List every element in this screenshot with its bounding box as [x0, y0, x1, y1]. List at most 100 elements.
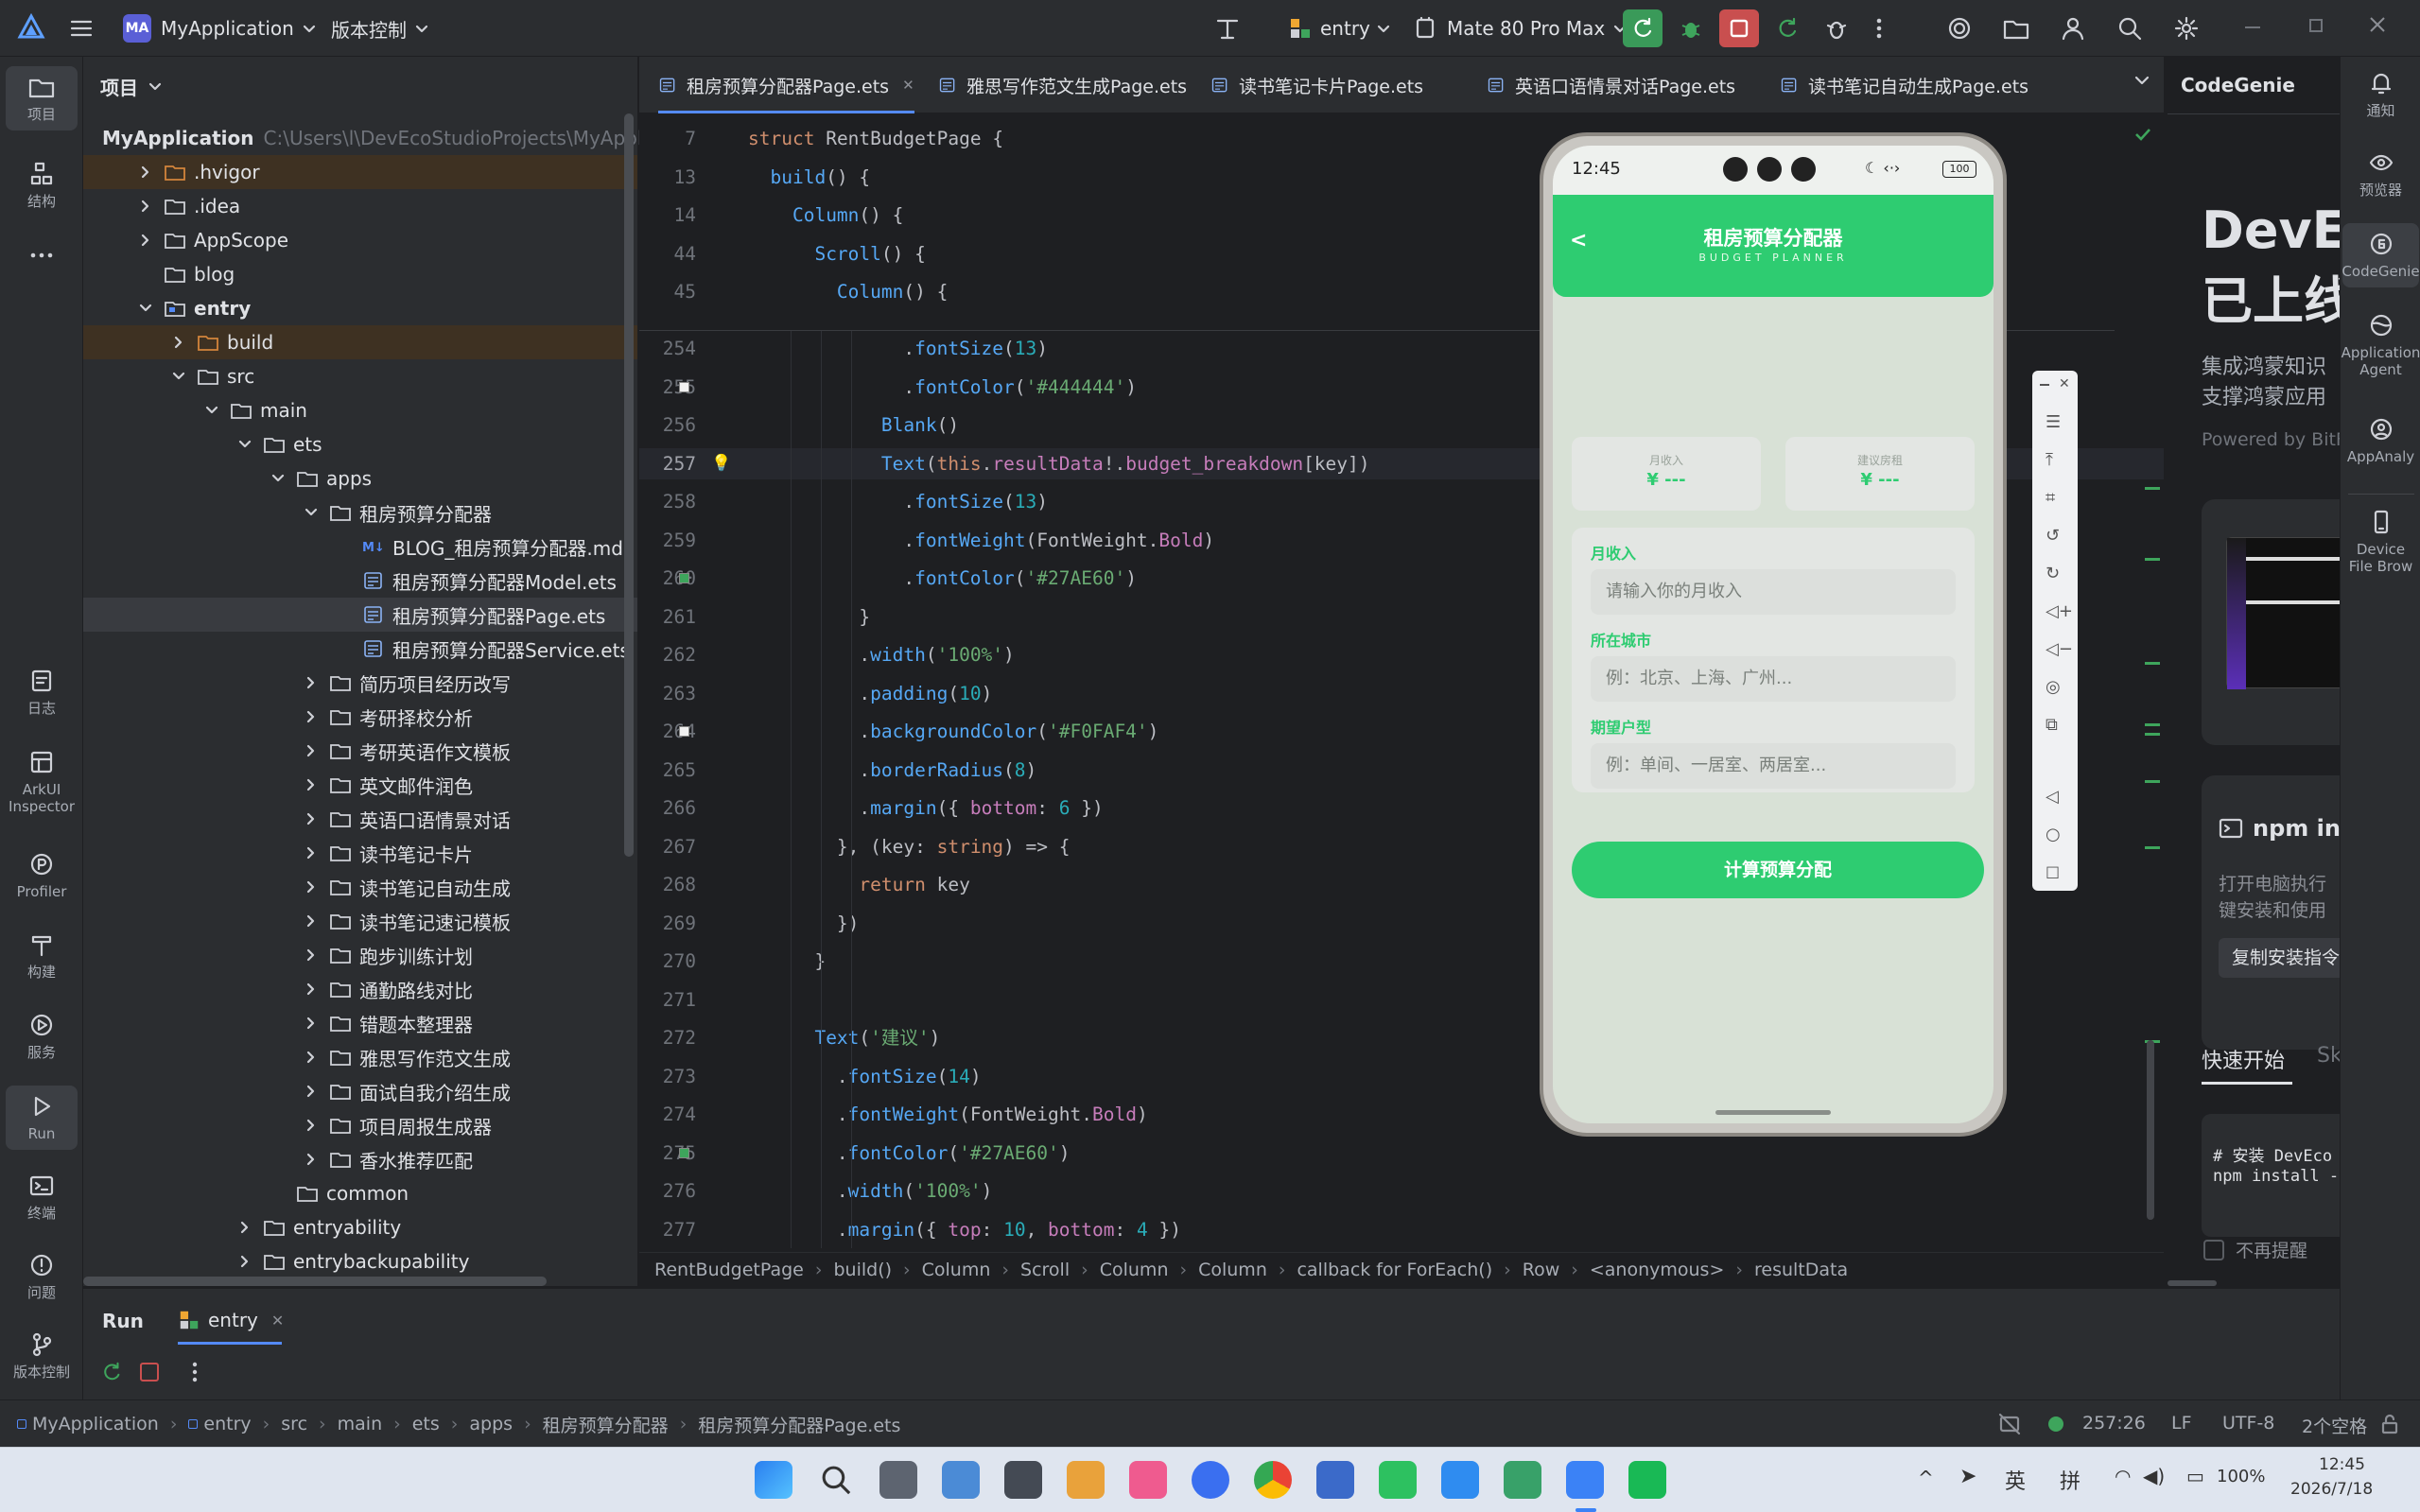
clock-time[interactable]: 12:45	[2319, 1455, 2365, 1474]
code-line[interactable]: 276 .width('100%')	[639, 1175, 2164, 1207]
tab-skills[interactable]: Sk	[2317, 1044, 2340, 1068]
lock-icon[interactable]	[2379, 1414, 2400, 1434]
battery-icon[interactable]: ▭	[2186, 1465, 2204, 1487]
chevron-right-icon[interactable]	[305, 744, 318, 757]
tree-item[interactable]: AppScope	[83, 223, 637, 257]
search-button[interactable]	[2111, 9, 2149, 47]
project-switcher[interactable]: MA MyApplication	[123, 11, 317, 45]
tray-chevron-icon[interactable]: ^	[1918, 1467, 1934, 1489]
device-selector[interactable]: Mate 80 Pro Max	[1413, 11, 1628, 45]
breadcrumb-item[interactable]: Column	[1100, 1260, 1169, 1280]
wifi-icon[interactable]: ◠	[2115, 1465, 2131, 1487]
minimize-icon[interactable]	[2245, 26, 2260, 28]
pin-top-icon[interactable]: ⤒	[2046, 450, 2053, 470]
menu-icon[interactable]: ☰	[2046, 412, 2061, 432]
breadcrumb-item[interactable]: Row	[1523, 1260, 1560, 1280]
tree-item[interactable]: 英文邮件润色	[83, 768, 637, 802]
maximize-icon[interactable]	[2309, 19, 2323, 32]
send-icon[interactable]: ➤	[1959, 1465, 1976, 1488]
chevron-right-icon[interactable]	[172, 336, 185, 349]
powershell-icon[interactable]	[1316, 1461, 1354, 1499]
device-manager-button[interactable]	[1941, 9, 1978, 47]
code-line[interactable]: 275 .fontColor('#27AE60')	[639, 1138, 2164, 1169]
tree-item[interactable]: build	[83, 325, 637, 359]
tool-codegenie[interactable]: CodeGenie	[2342, 223, 2420, 287]
app-icon[interactable]	[1129, 1461, 1167, 1499]
app-icon[interactable]	[1004, 1461, 1042, 1499]
settings-button[interactable]	[2168, 9, 2205, 47]
chrome-icon[interactable]	[1254, 1461, 1292, 1499]
close-tab-icon[interactable]: ✕	[902, 77, 914, 94]
tree-item[interactable]: 租房预算分配器Model.ets	[83, 564, 637, 598]
tree-item[interactable]: 英语口语情景对话	[83, 802, 637, 836]
tree-item[interactable]: 面试自我介绍生成	[83, 1074, 637, 1108]
code-line[interactable]: 277 .margin({ top: 10, bottom: 4 })	[639, 1214, 2164, 1245]
tree-item[interactable]: 租房预算分配器	[83, 495, 637, 530]
editor-tab[interactable]: 英语口语情景对话Page.ets	[1487, 57, 1735, 113]
chevron-down-icon[interactable]	[139, 302, 152, 315]
chevron-right-icon[interactable]	[305, 676, 318, 689]
chevron-right-icon[interactable]	[305, 778, 318, 791]
text-tool-icon[interactable]	[1213, 15, 1242, 43]
file-encoding[interactable]: UTF-8	[2222, 1413, 2274, 1434]
chevron-down-icon[interactable]	[271, 472, 285, 485]
stop-icon[interactable]	[140, 1363, 159, 1382]
tree-item[interactable]: 雅思写作范文生成	[83, 1040, 637, 1074]
editor-tab[interactable]: 雅思写作范文生成Page.ets	[938, 57, 1187, 113]
genie-scrollbar[interactable]	[2168, 1280, 2217, 1286]
chevron-right-icon[interactable]	[238, 1255, 252, 1268]
debug-button[interactable]	[1672, 9, 1710, 47]
search-icon[interactable]	[819, 1463, 853, 1497]
color-swatch-icon[interactable]	[679, 381, 689, 392]
main-menu-icon[interactable]	[68, 15, 95, 42]
home-indicator[interactable]	[1715, 1110, 1831, 1115]
chevron-down-icon[interactable]	[305, 506, 318, 519]
line-separator[interactable]: LF	[2171, 1413, 2192, 1434]
tool-device-file-browser[interactable]: Device File Brow	[2342, 509, 2419, 575]
editor-scrollbar[interactable]	[2147, 1040, 2154, 1220]
chevron-right-icon[interactable]	[305, 710, 318, 723]
tree-scrollbar[interactable]	[624, 113, 634, 857]
chevron-down-icon[interactable]	[205, 404, 218, 417]
no-remind-checkbox[interactable]	[2203, 1239, 2224, 1260]
color-swatch-icon[interactable]	[679, 726, 689, 737]
more-actions-button[interactable]	[1865, 9, 1893, 47]
no-inspections-icon[interactable]	[1997, 1412, 2022, 1436]
input-lang-2[interactable]: 拼	[2060, 1465, 2081, 1495]
tool-structure[interactable]: 结构	[6, 161, 78, 210]
tree-item[interactable]: entryability	[83, 1210, 637, 1244]
color-swatch-icon[interactable]	[679, 1147, 689, 1158]
income-input[interactable]: 请输入你的月收入	[1591, 569, 1956, 615]
more-vertical-icon[interactable]	[191, 1361, 199, 1383]
project-panel-header[interactable]: 项目	[100, 72, 163, 100]
tree-item[interactable]: 租房预算分配器Page.ets	[83, 598, 637, 632]
tree-item[interactable]: 通勤路线对比	[83, 972, 637, 1006]
tree-item[interactable]: apps	[83, 461, 637, 495]
store-icon[interactable]	[1067, 1461, 1105, 1499]
tree-item[interactable]: 考研英语作文模板	[83, 734, 637, 768]
tool-profiler[interactable]: Profiler	[6, 851, 78, 900]
breadcrumb-item[interactable]: build()	[833, 1260, 892, 1280]
stop-button[interactable]	[1719, 9, 1759, 47]
tool-log[interactable]: 日志	[6, 668, 78, 717]
chevron-down-icon[interactable]	[238, 438, 252, 451]
tree-item[interactable]: main	[83, 393, 637, 427]
tool-previewer[interactable]: 预览器	[2342, 149, 2419, 199]
tree-item[interactable]: .idea	[83, 189, 637, 223]
task-view-icon[interactable]	[879, 1461, 917, 1499]
tab-list-chevron-icon[interactable]	[2132, 70, 2152, 91]
app-icon[interactable]	[1628, 1461, 1666, 1499]
tree-item[interactable]: blog	[83, 257, 637, 291]
close-window-icon[interactable]	[2366, 13, 2389, 36]
home-nav-icon[interactable]: ○	[2046, 825, 2061, 844]
chevron-right-icon[interactable]	[305, 948, 318, 962]
calculate-button[interactable]: 计算预算分配	[1572, 842, 1984, 898]
breadcrumb-item[interactable]: resultData	[1754, 1260, 1848, 1280]
chevron-right-icon[interactable]	[305, 812, 318, 826]
room-type-input[interactable]: 例：单间、一居室、两居室...	[1591, 743, 1956, 789]
tool-more[interactable]	[6, 251, 78, 266]
crop-icon[interactable]: ⌗	[2046, 488, 2055, 508]
tree-horizontal-scrollbar[interactable]	[83, 1277, 547, 1286]
color-swatch-icon[interactable]	[679, 573, 689, 583]
tree-item[interactable]: 香水推荐匹配	[83, 1142, 637, 1176]
